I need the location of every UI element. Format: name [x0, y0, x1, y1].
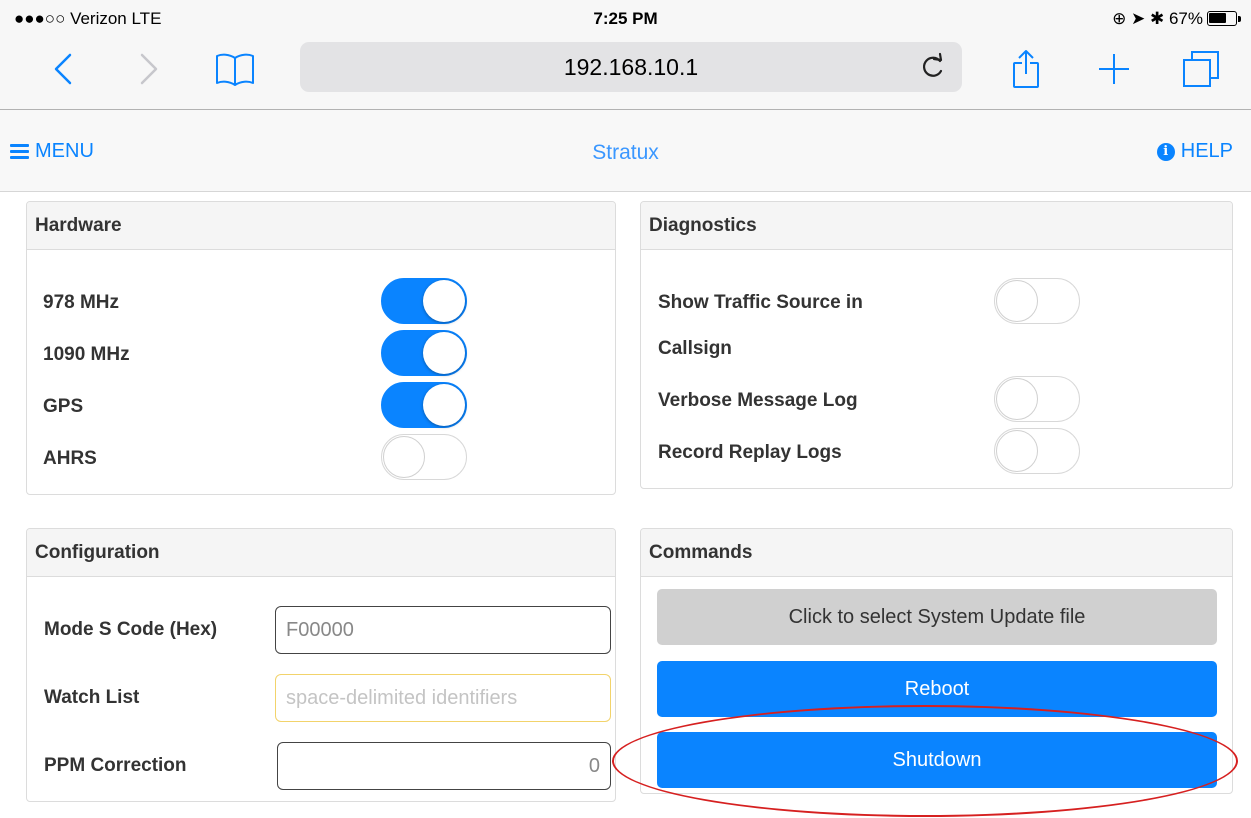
url-text: 192.168.10.1	[563, 54, 699, 80]
battery-level	[1209, 13, 1226, 23]
toggle-ahrs[interactable]	[381, 434, 467, 480]
reboot-button[interactable]: Reboot	[657, 661, 1217, 717]
watch-list-label: Watch List	[44, 687, 140, 708]
commands-panel: Commands Click to select System Update f…	[640, 528, 1233, 794]
diagnostics-panel: Diagnostics Show Traffic Source in Calls…	[640, 201, 1233, 489]
bookmarks-icon[interactable]	[212, 46, 258, 92]
help-button[interactable]: i HELP	[1156, 140, 1233, 163]
hardware-panel: Hardware 978 MHz 1090 MHz GPS AHRS	[26, 201, 616, 495]
app-title: Stratux	[592, 141, 659, 164]
toggle-replay-logs[interactable]	[994, 428, 1080, 474]
help-label: HELP	[1180, 140, 1233, 162]
hardware-label-gps: GPS	[43, 396, 84, 417]
hardware-label-978: 978 MHz	[43, 292, 120, 313]
shutdown-button[interactable]: Shutdown	[657, 732, 1217, 788]
toggle-gps[interactable]	[381, 382, 467, 428]
status-indicators: ⊕ ➤ ✱ 67%	[1112, 9, 1203, 28]
address-bar[interactable]: 192.168.10.1	[300, 42, 962, 92]
toggle-traffic-source[interactable]	[994, 278, 1080, 324]
watch-list-input[interactable]	[275, 674, 611, 722]
system-update-button[interactable]: Click to select System Update file	[657, 589, 1217, 645]
status-time: 7:25 PM	[593, 9, 658, 28]
browser-toolbar: 192.168.10.1	[0, 34, 1251, 110]
share-icon[interactable]	[1004, 46, 1048, 92]
reload-icon[interactable]	[920, 52, 946, 85]
hardware-label-1090: 1090 MHz	[43, 344, 130, 365]
commands-heading: Commands	[641, 529, 1232, 577]
toggle-verbose-log[interactable]	[994, 376, 1080, 422]
forward-icon[interactable]	[134, 46, 164, 92]
configuration-panel: Configuration Mode S Code (Hex) Watch Li…	[26, 528, 616, 802]
tabs-icon[interactable]	[1176, 46, 1226, 92]
app-navbar: MENU Stratux i HELP	[0, 110, 1251, 192]
diagnostics-heading: Diagnostics	[641, 202, 1232, 250]
diagnostics-label-verbose-log: Verbose Message Log	[658, 390, 858, 411]
mode-s-label: Mode S Code (Hex)	[44, 619, 218, 640]
ppm-input[interactable]	[277, 742, 611, 790]
hardware-heading: Hardware	[27, 202, 615, 250]
diagnostics-label-traffic-source: Show Traffic Source in	[658, 292, 863, 313]
toggle-1090-mhz[interactable]	[381, 330, 467, 376]
toggle-978-mhz[interactable]	[381, 278, 467, 324]
diagnostics-label-callsign: Callsign	[658, 338, 732, 359]
status-bar: ●●●○○ Verizon LTE 7:25 PM ⊕ ➤ ✱ 67%	[0, 0, 1251, 34]
battery-tip	[1238, 16, 1241, 22]
new-tab-icon[interactable]	[1092, 46, 1136, 92]
back-icon[interactable]	[48, 46, 78, 92]
battery-icon	[1207, 11, 1237, 26]
configuration-heading: Configuration	[27, 529, 615, 577]
info-icon: i	[1156, 142, 1175, 161]
hardware-label-ahrs: AHRS	[43, 448, 97, 469]
diagnostics-label-replay-logs: Record Replay Logs	[658, 442, 842, 463]
ppm-label: PPM Correction	[44, 755, 187, 776]
mode-s-input[interactable]	[275, 606, 611, 654]
